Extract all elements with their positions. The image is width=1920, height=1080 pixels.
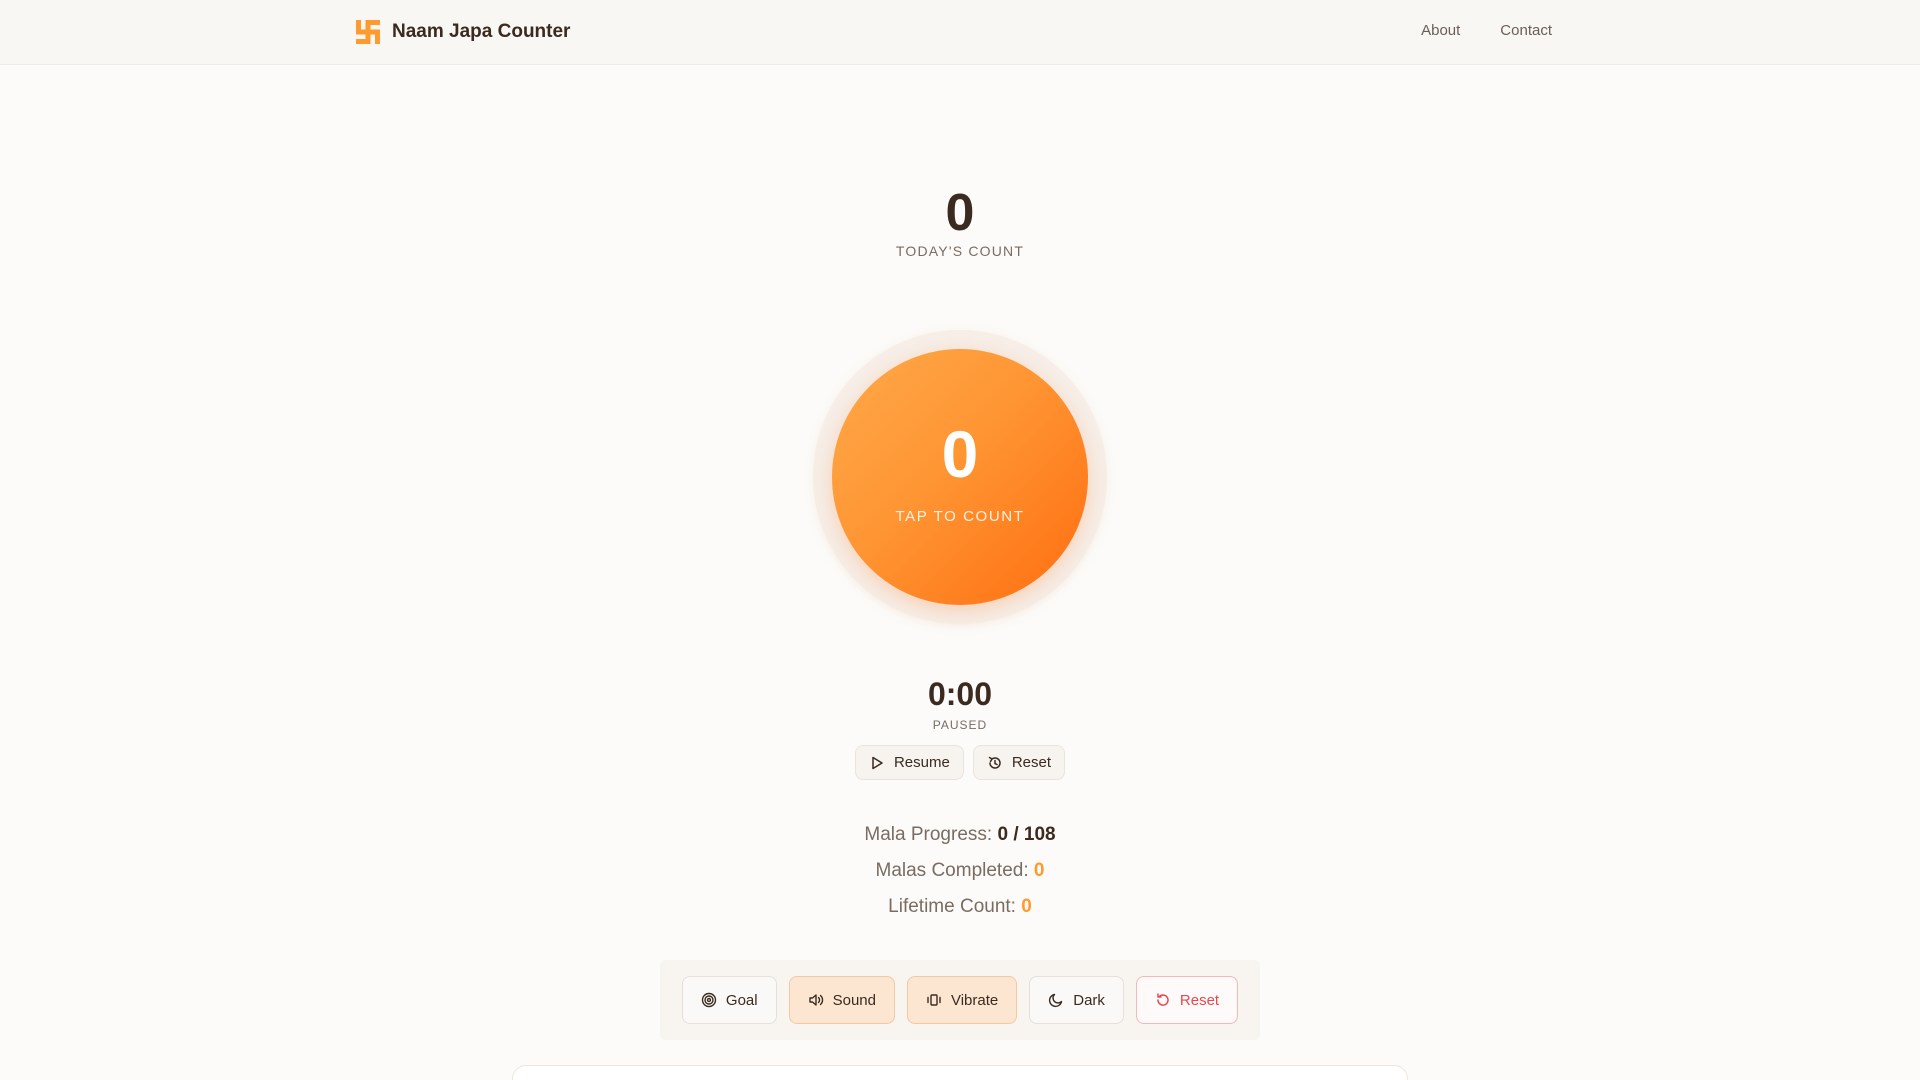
timer-reset-label: Reset <box>1011 754 1052 771</box>
goal-label: Goal <box>725 991 758 1009</box>
resume-label: Resume <box>893 754 950 771</box>
vibrate-label: Vibrate <box>950 991 999 1009</box>
lifetime-count-value: 0 <box>1021 896 1032 917</box>
today-count-label: TODAY'S COUNT <box>895 243 1025 259</box>
counter-value: 0 <box>941 417 979 491</box>
tap-counter-button[interactable]: 0 TAP TO COUNT <box>832 349 1088 605</box>
timer-controls: Resume Reset <box>0 745 1920 780</box>
dark-label: Dark <box>1073 991 1105 1009</box>
vibrate-toggle[interactable]: Vibrate <box>906 976 1018 1024</box>
timer-status: PAUSED <box>932 718 988 732</box>
target-icon <box>701 992 717 1008</box>
malas-completed-value: 0 <box>1033 860 1045 881</box>
settings-toolbar: Goal Sound Vibrate Dark Reset <box>660 960 1260 1040</box>
mala-progress-label: Mala Progress: <box>864 824 993 845</box>
stats-section: Mala Progress: 0 / 108 Malas Completed: … <box>0 822 1920 930</box>
nav-contact-link[interactable]: Contact <box>1500 22 1552 39</box>
brand-title: Naam Japa Counter <box>392 21 571 42</box>
resume-button[interactable]: Resume <box>854 745 964 780</box>
sound-toggle[interactable]: Sound <box>788 976 895 1024</box>
bottom-card <box>512 1065 1408 1080</box>
brand[interactable]: Naam Japa Counter <box>354 18 570 46</box>
play-icon <box>869 755 885 771</box>
sound-label: Sound <box>832 991 876 1009</box>
nav-about-link[interactable]: About <box>1421 22 1460 39</box>
dark-mode-toggle[interactable]: Dark <box>1029 976 1124 1024</box>
goal-button[interactable]: Goal <box>681 976 777 1024</box>
mala-progress: Mala Progress: 0 / 108 <box>0 822 1920 858</box>
timer-display: 0:00 <box>927 676 993 712</box>
rotate-ccw-icon <box>1155 992 1171 1008</box>
swastika-icon <box>354 18 382 46</box>
vibrate-icon <box>926 992 942 1008</box>
reset-all-button[interactable]: Reset <box>1135 976 1239 1024</box>
reset-all-label: Reset <box>1179 991 1220 1009</box>
lifetime-count-label: Lifetime Count: <box>888 896 1016 917</box>
timer-reset-icon <box>987 755 1003 771</box>
malas-completed-label: Malas Completed: <box>875 860 1029 881</box>
timer-section: 0:00 PAUSED <box>0 675 1920 732</box>
malas-completed: Malas Completed: 0 <box>0 858 1920 894</box>
counter-label: TAP TO COUNT <box>895 508 1025 525</box>
main-nav: About Contact <box>1421 22 1552 39</box>
today-count-section: 0 TODAY'S COUNT <box>0 185 1920 259</box>
timer-reset-button[interactable]: Reset <box>972 745 1066 780</box>
speaker-icon <box>808 992 824 1008</box>
mala-progress-value: 0 / 108 <box>997 824 1056 845</box>
today-count-value: 0 <box>945 184 975 242</box>
top-nav-bar: Naam Japa Counter About Contact <box>0 0 1920 65</box>
lifetime-count: Lifetime Count: 0 <box>0 894 1920 930</box>
moon-icon <box>1048 992 1064 1008</box>
